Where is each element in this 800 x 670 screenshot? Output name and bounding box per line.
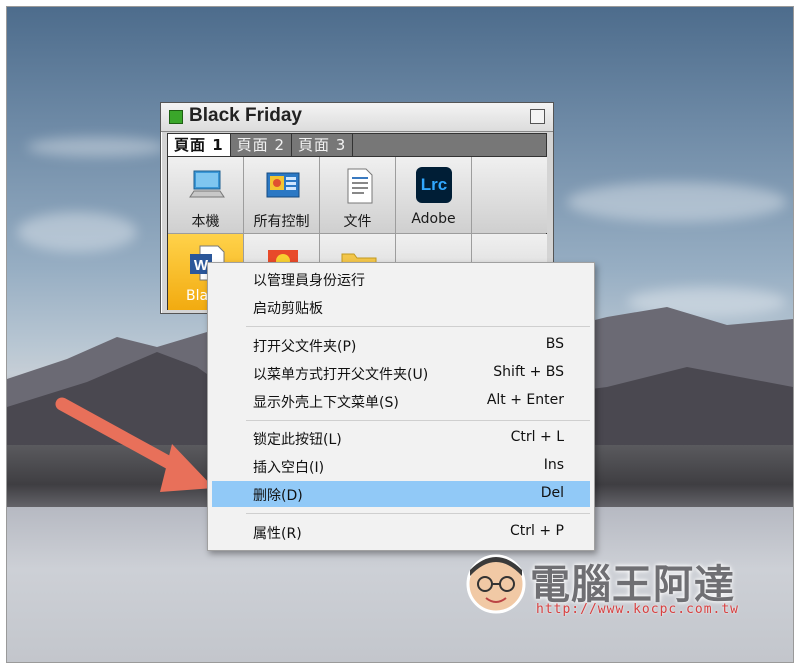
- menu-item-label: 启动剪贴板: [253, 301, 323, 317]
- menu-item-shortcut: Ins: [543, 457, 564, 473]
- menu-item-run-as-admin[interactable]: 以管理員身份运行: [212, 266, 590, 292]
- menu-item-label: 插入空白(I): [253, 460, 325, 476]
- menu-item-shortcut: Ctrl + P: [510, 523, 564, 539]
- watermark-url: http://www.kocpc.com.tw: [536, 602, 740, 617]
- menu-item-label: 打开父文件夹(P): [253, 339, 357, 355]
- menu-separator: [246, 513, 590, 514]
- context-menu: 以管理員身份运行 启动剪贴板 打开父文件夹(P) BS 以菜单方式打开父文件夹(…: [207, 262, 595, 551]
- menu-item-insert-blank[interactable]: 插入空白(I) Ins: [212, 453, 590, 479]
- menu-item-label: 以管理員身份运行: [253, 273, 365, 289]
- menu-item-label: 属性(R): [253, 526, 302, 542]
- watermark: 電腦王阿達 http://www.kocpc.com.tw: [460, 540, 790, 640]
- menu-item-delete[interactable]: 删除(D) Del: [212, 481, 590, 507]
- menu-separator: [246, 326, 590, 327]
- menu-item-launch-clipboard[interactable]: 启动剪贴板: [212, 294, 590, 320]
- menu-item-label: 删除(D): [253, 488, 303, 504]
- menu-item-label: 锁定此按钮(L): [253, 432, 342, 448]
- menu-item-shortcut: Shift + BS: [493, 364, 564, 380]
- menu-separator: [246, 420, 590, 421]
- menu-item-shell-context-menu[interactable]: 显示外壳上下文菜单(S) Alt + Enter: [212, 388, 590, 414]
- menu-item-shortcut: Ctrl + L: [510, 429, 564, 445]
- menu-item-label: 显示外壳上下文菜单(S): [253, 395, 399, 411]
- menu-item-shortcut: BS: [545, 336, 564, 352]
- menu-item-shortcut: Alt + Enter: [486, 392, 564, 408]
- menu-item-shortcut: Del: [540, 485, 564, 501]
- menu-item-open-parent-as-menu[interactable]: 以菜单方式打开父文件夹(U) Shift + BS: [212, 360, 590, 386]
- mascot-icon: [466, 554, 526, 614]
- menu-item-open-parent-folder[interactable]: 打开父文件夹(P) BS: [212, 332, 590, 358]
- menu-item-label: 以菜单方式打开父文件夹(U): [253, 367, 429, 383]
- menu-item-lock-button[interactable]: 锁定此按钮(L) Ctrl + L: [212, 425, 590, 451]
